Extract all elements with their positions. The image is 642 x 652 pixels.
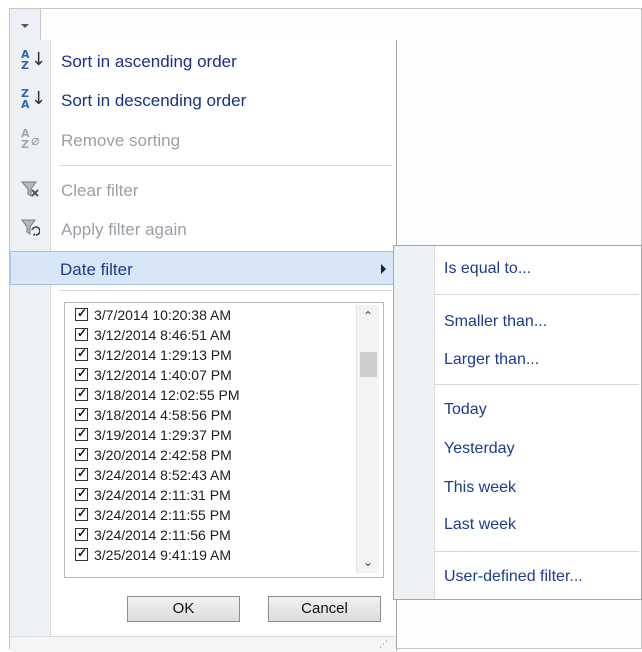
chevron-down-icon	[21, 24, 29, 28]
list-item-label: 3/18/2014 4:58:56 PM	[94, 407, 232, 423]
list-item-label: 3/12/2014 1:29:13 PM	[94, 347, 232, 363]
cancel-button[interactable]: Cancel	[268, 596, 381, 622]
submenu-item-larger-than[interactable]: Larger than...	[444, 351, 539, 369]
list-item-label: 3/25/2014 9:41:19 AM	[94, 547, 231, 563]
checkbox[interactable]: ✓	[75, 446, 88, 461]
scrollbar-thumb[interactable]	[360, 352, 377, 377]
apply-filter-again-label: Apply filter again	[61, 220, 187, 239]
submenu-item-yesterday[interactable]: Yesterday	[444, 440, 515, 458]
submenu-item-smaller-than[interactable]: Smaller than...	[444, 313, 547, 331]
date-filter-label: Date filter	[60, 260, 133, 279]
clear-filter-icon	[18, 179, 42, 201]
list-item-label: 3/12/2014 1:40:07 PM	[94, 367, 232, 383]
list-item-label: 3/7/2014 10:20:38 AM	[94, 307, 231, 323]
submenu-item-user-defined[interactable]: User-defined filter...	[444, 568, 583, 586]
scroll-down-icon[interactable]: ⌄	[359, 553, 377, 571]
submenu-separator	[434, 294, 639, 295]
submenu-item-is-equal[interactable]: Is equal to...	[444, 260, 531, 278]
clear-filter-item[interactable]: Clear filter	[10, 171, 396, 209]
sort-ascending-label: Sort in ascending order	[61, 52, 237, 71]
list-scrollbar[interactable]: ⌃ ⌄	[356, 305, 379, 573]
remove-sorting-icon: A Z ⌀	[21, 127, 40, 151]
list-item-label: 3/18/2014 12:02:55 PM	[94, 387, 240, 403]
menu-separator	[60, 165, 392, 166]
sort-descending-item[interactable]: Z A ↓ Sort in descending order	[10, 81, 396, 119]
submenu-item-this-week[interactable]: This week	[444, 479, 516, 497]
remove-sorting-label: Remove sorting	[61, 131, 181, 150]
submenu-arrow-icon	[381, 264, 386, 274]
list-item-label: 3/24/2014 2:11:55 PM	[94, 507, 231, 523]
checkbox[interactable]: ✓	[75, 506, 88, 521]
sort-descending-icon: Z A ↓	[21, 87, 47, 111]
checkbox[interactable]: ✓	[75, 386, 88, 401]
sort-descending-label: Sort in descending order	[61, 91, 247, 110]
submenu-separator	[434, 384, 639, 385]
list-item-label: 3/24/2014 2:11:56 PM	[94, 527, 231, 543]
date-filter-item[interactable]: Date filter	[10, 251, 396, 285]
clear-filter-label: Clear filter	[61, 181, 139, 200]
resize-bar[interactable]: ⋰	[10, 636, 396, 652]
checkbox[interactable]: ✓	[75, 486, 88, 501]
menu-separator	[60, 290, 392, 291]
reapply-filter-icon	[18, 218, 42, 240]
checkbox[interactable]: ✓	[75, 426, 88, 441]
checkbox[interactable]: ✓	[75, 366, 88, 381]
apply-filter-again-item[interactable]: Apply filter again	[10, 210, 396, 248]
sort-ascending-icon: A Z ↓	[21, 48, 47, 72]
checkbox[interactable]: ✓	[75, 346, 88, 361]
resize-grip-icon[interactable]: ⋰	[379, 640, 388, 650]
list-item-label: 3/20/2014 2:42:58 PM	[94, 447, 232, 463]
filter-dropdown-button[interactable]	[10, 9, 41, 41]
list-item-label: 3/24/2014 2:11:31 PM	[94, 487, 231, 503]
submenu-item-today[interactable]: Today	[444, 401, 487, 419]
list-item-label: 3/19/2014 1:29:37 PM	[94, 427, 232, 443]
list-item-label: 3/24/2014 8:52:43 AM	[94, 467, 231, 483]
list-item-label: 3/12/2014 8:46:51 AM	[94, 327, 231, 343]
sort-ascending-item[interactable]: A Z ↓ Sort in ascending order	[10, 42, 396, 80]
date-filter-submenu: Is equal to... Smaller than... Larger th…	[393, 245, 642, 600]
checkbox[interactable]: ✓	[75, 326, 88, 341]
submenu-item-last-week[interactable]: Last week	[444, 516, 516, 534]
checkbox[interactable]: ✓	[75, 466, 88, 481]
checkbox[interactable]: ✓	[75, 546, 88, 561]
ok-button[interactable]: OK	[127, 596, 240, 622]
scroll-up-icon[interactable]: ⌃	[359, 307, 377, 325]
remove-sorting-item[interactable]: A Z ⌀ Remove sorting	[10, 121, 396, 159]
checkbox[interactable]: ✓	[75, 526, 88, 541]
submenu-separator	[434, 551, 639, 552]
date-values-list[interactable]: ✓ 3/7/2014 10:20:38 AM ✓ 3/12/2014 8:46:…	[64, 302, 384, 578]
submenu-icon-gutter	[394, 246, 435, 599]
checkbox[interactable]: ✓	[75, 406, 88, 421]
checkbox[interactable]: ✓	[75, 306, 88, 321]
